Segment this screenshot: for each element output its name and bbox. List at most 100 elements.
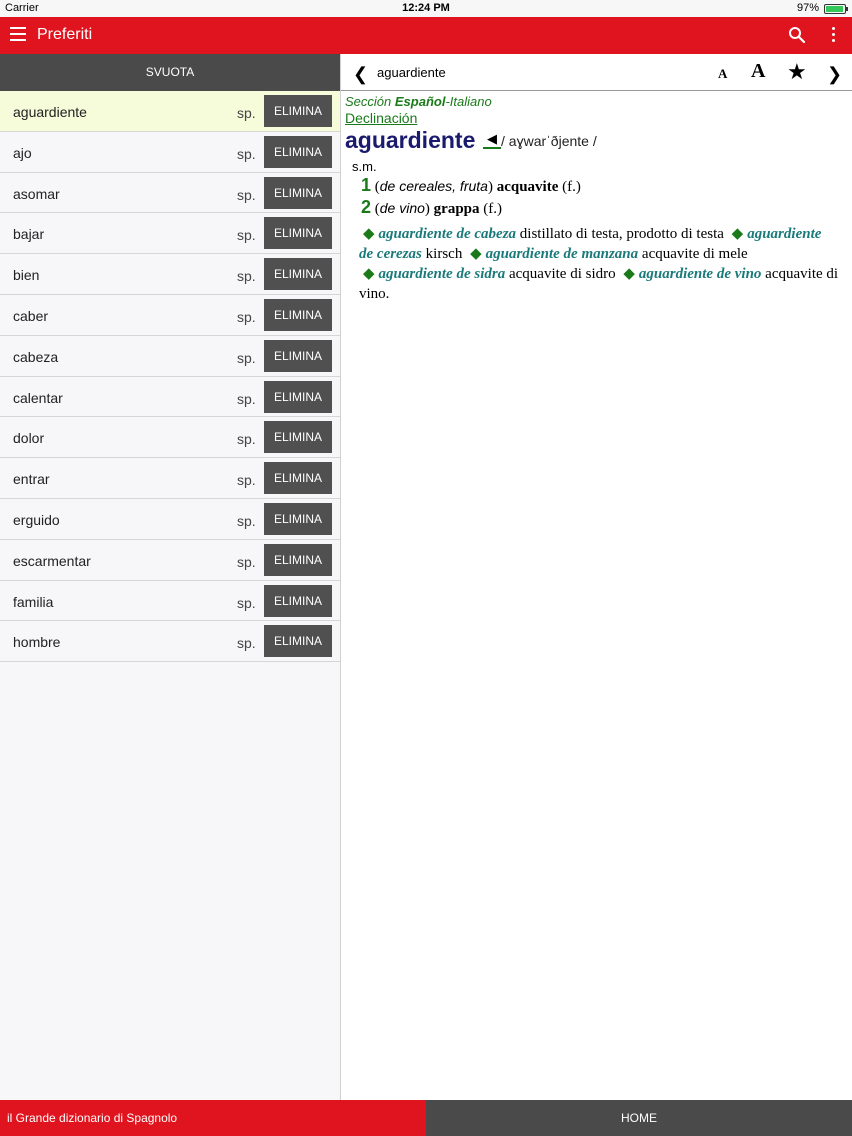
list-item[interactable]: caber sp. ELIMINA — [0, 294, 340, 336]
chevron-left-icon[interactable]: ❮ — [353, 64, 368, 85]
delete-button[interactable]: ELIMINA — [264, 176, 332, 209]
app-bar: Preferiti — [0, 17, 852, 54]
section-label: Sección Español-Italiano — [345, 94, 845, 109]
diamond-icon: ◆ — [363, 226, 375, 242]
diamond-icon: ◆ — [470, 246, 482, 262]
delete-button[interactable]: ELIMINA — [264, 584, 332, 617]
list-item-word: familia — [13, 593, 54, 610]
list-item[interactable]: ajo sp. ELIMINA — [0, 131, 340, 173]
example-phrase[interactable]: aguardiente de cabeza — [379, 226, 516, 242]
section-language: Español — [394, 94, 446, 109]
sense: 2 (de vino) grappa (f.) — [361, 197, 503, 217]
list-item-word: entrar — [13, 471, 50, 488]
entry-toolbar: ❮ aguardiente A A ★ ❯ — [341, 54, 852, 91]
delete-button[interactable]: ELIMINA — [264, 135, 332, 168]
list-item-pos: sp. — [237, 349, 256, 366]
list-item[interactable]: bien sp. ELIMINA — [0, 254, 340, 295]
sense-gender: (f.) — [562, 179, 581, 195]
declension-link[interactable]: Declinación — [345, 110, 845, 126]
list-item-pos: sp. — [237, 308, 256, 325]
list-item-pos: sp. — [237, 512, 256, 529]
list-item[interactable]: aguardiente sp. ELIMINA — [0, 91, 340, 132]
home-button[interactable]: HOME — [426, 1100, 852, 1136]
speaker-icon[interactable]: ◀ — [483, 131, 501, 149]
example-phrase[interactable]: aguardiente de vino — [639, 266, 762, 282]
sense-context: de cereales, fruta — [379, 178, 488, 194]
example-translation: distillato di testa, prodotto di testa — [519, 226, 724, 242]
list-item-pos: sp. — [237, 227, 256, 244]
battery-percent: 97% — [796, 2, 819, 14]
pronunciation: / aɣwarˈðjente / — [501, 133, 597, 149]
examples: ◆ aguardiente de cabeza distillato di tes… — [359, 224, 839, 304]
list-item[interactable]: hombre sp. ELIMINA — [0, 621, 340, 663]
delete-button[interactable]: ELIMINA — [264, 625, 332, 658]
dictionary-entry: Sección Español-Italiano Declinación agu… — [345, 94, 845, 304]
delete-button[interactable]: ELIMINA — [264, 380, 332, 413]
diamond-icon: ◆ — [363, 266, 375, 282]
senses: 1 (de cereales, fruta) acquavite (f.) 2 (… — [345, 175, 845, 218]
hamburger-icon[interactable] — [10, 27, 26, 43]
favorites-panel: SVUOTA aguardiente sp. ELIMINA ajo sp. ELIMIN… — [0, 54, 340, 1100]
list-item-pos: sp. — [237, 553, 256, 570]
sense: 1 (de cereales, fruta) acquavite (f.) — [361, 175, 581, 195]
delete-button[interactable]: ELIMINA — [264, 339, 332, 372]
list-item-pos: sp. — [237, 390, 256, 407]
list-item-pos: sp. — [237, 186, 256, 203]
list-item-word: ajo — [13, 144, 32, 161]
more-vertical-icon[interactable] — [826, 27, 840, 45]
list-item-word: dolor — [13, 430, 45, 447]
list-item-word: calentar — [13, 389, 63, 406]
sense-gender: (f.) — [483, 201, 503, 217]
list-item[interactable]: bajar sp. ELIMINA — [0, 213, 340, 255]
delete-button[interactable]: ELIMINA — [264, 543, 332, 576]
toolbar-headword: aguardiente — [377, 65, 446, 80]
list-item[interactable]: asomar sp. ELIMINA — [0, 172, 340, 214]
diamond-icon: ◆ — [623, 266, 635, 282]
list-item[interactable]: cabeza sp. ELIMINA — [0, 335, 340, 377]
sense-number: 1 — [361, 175, 372, 195]
page-title: Preferiti — [37, 26, 93, 43]
entry-panel: ❮ aguardiente A A ★ ❯ Sección Español-It… — [341, 54, 852, 1100]
delete-button[interactable]: ELIMINA — [264, 462, 332, 495]
list-item[interactable]: erguido sp. ELIMINA — [0, 498, 340, 540]
search-icon[interactable] — [788, 26, 806, 44]
list-item-word: bien — [13, 267, 40, 284]
font-larger-button[interactable]: A — [751, 60, 765, 83]
diamond-icon: ◆ — [731, 226, 744, 242]
list-item-word: aguardiente — [13, 104, 87, 120]
list-item[interactable]: familia sp. ELIMINA — [0, 580, 340, 622]
delete-button[interactable]: ELIMINA — [264, 502, 332, 535]
example-translation: kirsch — [425, 246, 463, 262]
headword-line: aguardiente ◀ / aɣwarˈðjente / — [345, 127, 845, 157]
list-item[interactable]: escarmentar sp. ELIMINA — [0, 539, 340, 581]
sense-translation: acquavite — [496, 179, 559, 195]
example-translation: acquavite di sidro — [508, 266, 616, 282]
example-phrase[interactable]: aguardiente de manzana — [486, 246, 639, 262]
delete-button[interactable]: ELIMINA — [264, 95, 332, 127]
delete-button[interactable]: ELIMINA — [264, 258, 332, 291]
status-bar: Carrier 12:24 PM 97% — [0, 0, 852, 17]
bottom-bar: il Grande dizionario di Spagnolo HOME — [0, 1100, 852, 1136]
sense-context: de vino — [379, 200, 425, 216]
list-item[interactable]: entrar sp. ELIMINA — [0, 458, 340, 499]
font-smaller-button[interactable]: A — [718, 66, 727, 82]
list-item-pos: sp. — [237, 431, 256, 448]
delete-button[interactable]: ELIMINA — [264, 298, 332, 331]
delete-button[interactable]: ELIMINA — [264, 421, 332, 454]
list-item-pos: sp. — [237, 594, 256, 611]
list-item-word: erguido — [13, 511, 60, 528]
list-item-word: bajar — [13, 226, 45, 243]
chevron-right-icon[interactable]: ❯ — [827, 64, 842, 85]
list-item-pos: sp. — [237, 635, 256, 652]
list-item[interactable]: dolor sp. ELIMINA — [0, 417, 340, 459]
list-item[interactable]: calentar sp. ELIMINA — [0, 376, 340, 418]
favorites-list: aguardiente sp. ELIMINA ajo sp. ELIMINA asomar… — [0, 91, 340, 663]
star-icon[interactable]: ★ — [787, 59, 807, 85]
delete-button[interactable]: ELIMINA — [264, 217, 332, 250]
clear-all-button[interactable]: SVUOTA — [0, 54, 340, 91]
list-item-pos: sp. — [237, 105, 256, 121]
example-phrase[interactable]: aguardiente de sidra — [379, 266, 506, 282]
list-item-word: caber — [13, 307, 49, 324]
sense-number: 2 — [361, 197, 372, 217]
list-item-word: cabeza — [13, 348, 59, 365]
